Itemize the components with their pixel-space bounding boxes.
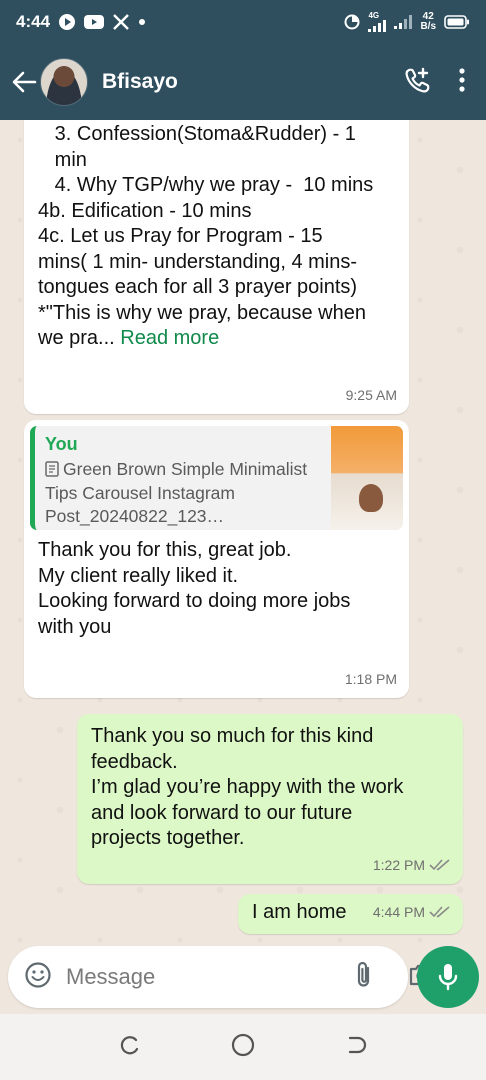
message-line: Thank you for this, great job. <box>38 539 292 561</box>
chat-area[interactable]: 3. Confession(Stoma&Rudder) - 1 min 4. W… <box>0 120 486 945</box>
message-bubble-outgoing[interactable]: I am home 4:44 PM <box>238 894 463 934</box>
message-line: feedback. <box>91 750 178 773</box>
double-check-icon <box>429 906 450 918</box>
message-line: 4. Why TGP/why we pray - 10 mins <box>38 174 374 196</box>
message-line: 4b. Edification - 10 mins <box>38 199 252 222</box>
message-timestamp: 1:22 PM <box>372 856 425 873</box>
signal-bars-icon <box>394 15 413 29</box>
message-bubble-incoming[interactable]: 3. Confession(Stoma&Rudder) - 1 min 4. W… <box>24 120 409 414</box>
document-icon <box>45 460 59 483</box>
add-call-button[interactable] <box>404 66 432 99</box>
message-line: Thank you so much for this kind <box>91 725 374 747</box>
message-time: 1:18 PM <box>345 667 397 693</box>
voice-record-button[interactable] <box>417 946 479 1008</box>
message-time: 4:44 PM <box>373 900 451 926</box>
status-time: 4:44 <box>16 12 51 31</box>
more-vert-icon <box>459 67 465 92</box>
home-button[interactable] <box>231 1033 255 1062</box>
media-play-icon <box>58 13 76 31</box>
message-line: mins( 1 min- understanding, 4 mins- <box>38 250 358 273</box>
message-input[interactable] <box>66 964 354 990</box>
message-line: with you <box>38 615 112 638</box>
message-composer <box>8 946 435 1008</box>
emoji-button[interactable] <box>24 961 52 994</box>
message-line: *"This is why we pray, because when <box>38 301 366 324</box>
avatar[interactable] <box>40 58 88 106</box>
add-call-icon <box>405 67 430 92</box>
mic-icon <box>438 964 458 991</box>
quote-file: Green Brown Simple Minimalist Tips Carou… <box>45 458 321 528</box>
quote-file-name: Green Brown Simple Minimalist Tips Carou… <box>45 458 308 526</box>
net-speed: 42 B/s <box>420 12 436 32</box>
net-speed-unit: B/s <box>420 21 436 32</box>
signal-label: 4G <box>368 11 380 20</box>
message-text: we pra... <box>38 327 121 349</box>
message-line: Looking forward to doing more jobs <box>38 590 351 612</box>
paperclip-icon <box>357 961 370 987</box>
message-line: I’m glad you’re happy with the work <box>91 776 404 798</box>
message-time: 1:22 PM <box>373 853 451 879</box>
status-bar: 4:44 4G 42 B/s <box>0 0 486 44</box>
arrow-left-icon <box>12 71 37 93</box>
back-nav-button[interactable] <box>345 1034 367 1061</box>
notification-dot-icon <box>138 18 146 26</box>
message-line: min <box>38 148 87 171</box>
battery-icon <box>444 15 470 29</box>
attach-button[interactable] <box>354 960 374 995</box>
message-text: I am home <box>252 901 347 923</box>
message-bubble-incoming[interactable]: You Green Brown Simple Minimalist Tips C… <box>24 420 409 698</box>
signal-4g-icon: 4G <box>368 11 387 32</box>
message-line: My client really liked it. <box>38 564 239 587</box>
message-line: projects together. <box>91 827 245 849</box>
message-time: 9:25 AM <box>346 383 397 409</box>
data-saver-icon <box>344 14 360 30</box>
quote-thumbnail <box>331 426 403 530</box>
message-line-last: we pra... Read more <box>38 326 395 352</box>
recents-button[interactable] <box>119 1034 141 1061</box>
chat-header: Bfisayo <box>0 44 486 120</box>
quote-author: You <box>45 434 78 454</box>
read-more-link[interactable]: Read more <box>120 327 219 349</box>
home-icon <box>231 1033 255 1056</box>
youtube-icon <box>84 14 105 30</box>
message-timestamp: 1:18 PM <box>344 670 397 687</box>
quoted-message[interactable]: You Green Brown Simple Minimalist Tips C… <box>30 426 403 530</box>
message-line: 4c. Let us Pray for Program - 15 <box>38 225 323 247</box>
contact-name[interactable]: Bfisayo <box>102 70 178 94</box>
x-icon <box>112 13 130 31</box>
back-nav-icon <box>348 1036 367 1053</box>
system-nav-bar <box>0 1014 486 1080</box>
message-line: tongues each for all 3 prayer points) <box>38 276 358 298</box>
double-check-icon <box>429 859 450 871</box>
message-timestamp: 4:44 PM <box>372 903 425 920</box>
message-line: 3. Confession(Stoma&Rudder) - 1 <box>38 123 356 145</box>
message-bubble-outgoing[interactable]: Thank you so much for this kind feedback… <box>77 714 463 884</box>
message-timestamp: 9:25 AM <box>345 386 397 403</box>
message-line: and look forward to our future <box>91 801 353 824</box>
recents-icon <box>120 1035 139 1054</box>
emoji-icon <box>25 961 51 988</box>
menu-button[interactable] <box>458 67 466 98</box>
